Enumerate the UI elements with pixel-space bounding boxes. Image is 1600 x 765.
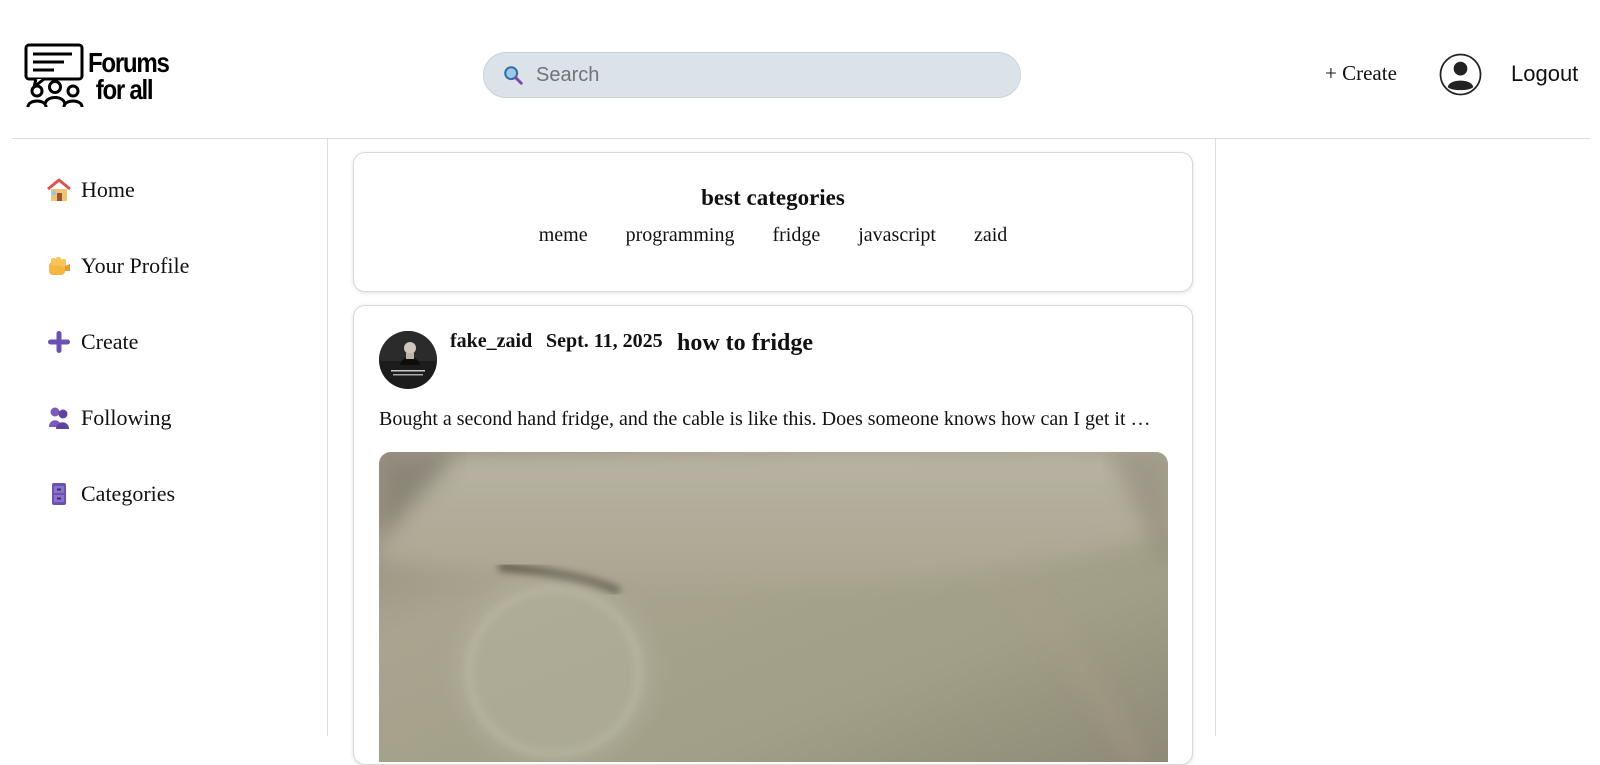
logo-line-2: for all	[95, 74, 154, 105]
right-column-divider	[1215, 139, 1216, 736]
sidebar-item-label: Following	[81, 405, 172, 430]
post-date: Sept. 11, 2025	[546, 330, 663, 352]
post-body-text: Bought a second hand fridge, and the cab…	[379, 408, 1151, 430]
post-image[interactable]	[379, 452, 1168, 762]
sidebar-item-label: Categories	[81, 481, 176, 506]
search-bar[interactable]	[483, 52, 1021, 98]
category-link-programming[interactable]: programming	[626, 224, 735, 247]
best-categories-card: best categories meme programming fridge …	[353, 152, 1193, 292]
sidebar-item-following[interactable]: Following	[46, 400, 171, 436]
sidebar-item-categories[interactable]: Categories	[46, 476, 175, 512]
cabinet-icon	[46, 481, 72, 507]
post-title[interactable]: how to fridge	[677, 330, 813, 357]
post-author-avatar[interactable]	[379, 331, 437, 389]
category-link-meme[interactable]: meme	[539, 224, 588, 247]
sidebar-item-label: Your Profile	[81, 253, 190, 278]
search-icon	[504, 66, 523, 85]
sidebar-item-your-profile[interactable]: Your Profile	[46, 248, 189, 284]
category-link-zaid[interactable]: zaid	[974, 224, 1007, 247]
logo-line-1: Forums	[88, 47, 170, 78]
header-create-button[interactable]: + Create	[1325, 61, 1397, 86]
search-input[interactable]	[534, 60, 994, 90]
forum-logo-icon	[24, 43, 84, 108]
best-categories-title: best categories	[701, 185, 845, 210]
sidebar-item-label: Home	[81, 177, 135, 202]
sidebar-item-home[interactable]: Home	[46, 172, 135, 208]
sidebar-item-label: Create	[81, 329, 139, 354]
category-link-fridge[interactable]: fridge	[772, 224, 820, 247]
sidebar-item-create[interactable]: Create	[46, 324, 138, 360]
house-icon	[46, 177, 72, 203]
top-header: Forums for all + Create Logout	[0, 0, 1600, 139]
category-list: meme programming fridge javascript zaid	[354, 224, 1192, 247]
post-card: fake_zaid Sept. 11, 2025 how to fridge B…	[353, 305, 1193, 765]
plus-icon	[46, 329, 72, 355]
fist-icon	[46, 253, 72, 279]
site-logo[interactable]: Forums for all	[24, 42, 184, 110]
logout-button[interactable]: Logout	[1511, 61, 1578, 87]
people-icon	[46, 405, 72, 431]
category-link-javascript[interactable]: javascript	[858, 224, 936, 247]
left-sidebar: Home Your Profile Create Following Categ…	[0, 139, 328, 736]
post-author-name[interactable]: fake_zaid	[450, 330, 532, 353]
logo-wordmark: Forums for all	[88, 47, 170, 105]
profile-avatar-icon[interactable]	[1439, 53, 1482, 96]
